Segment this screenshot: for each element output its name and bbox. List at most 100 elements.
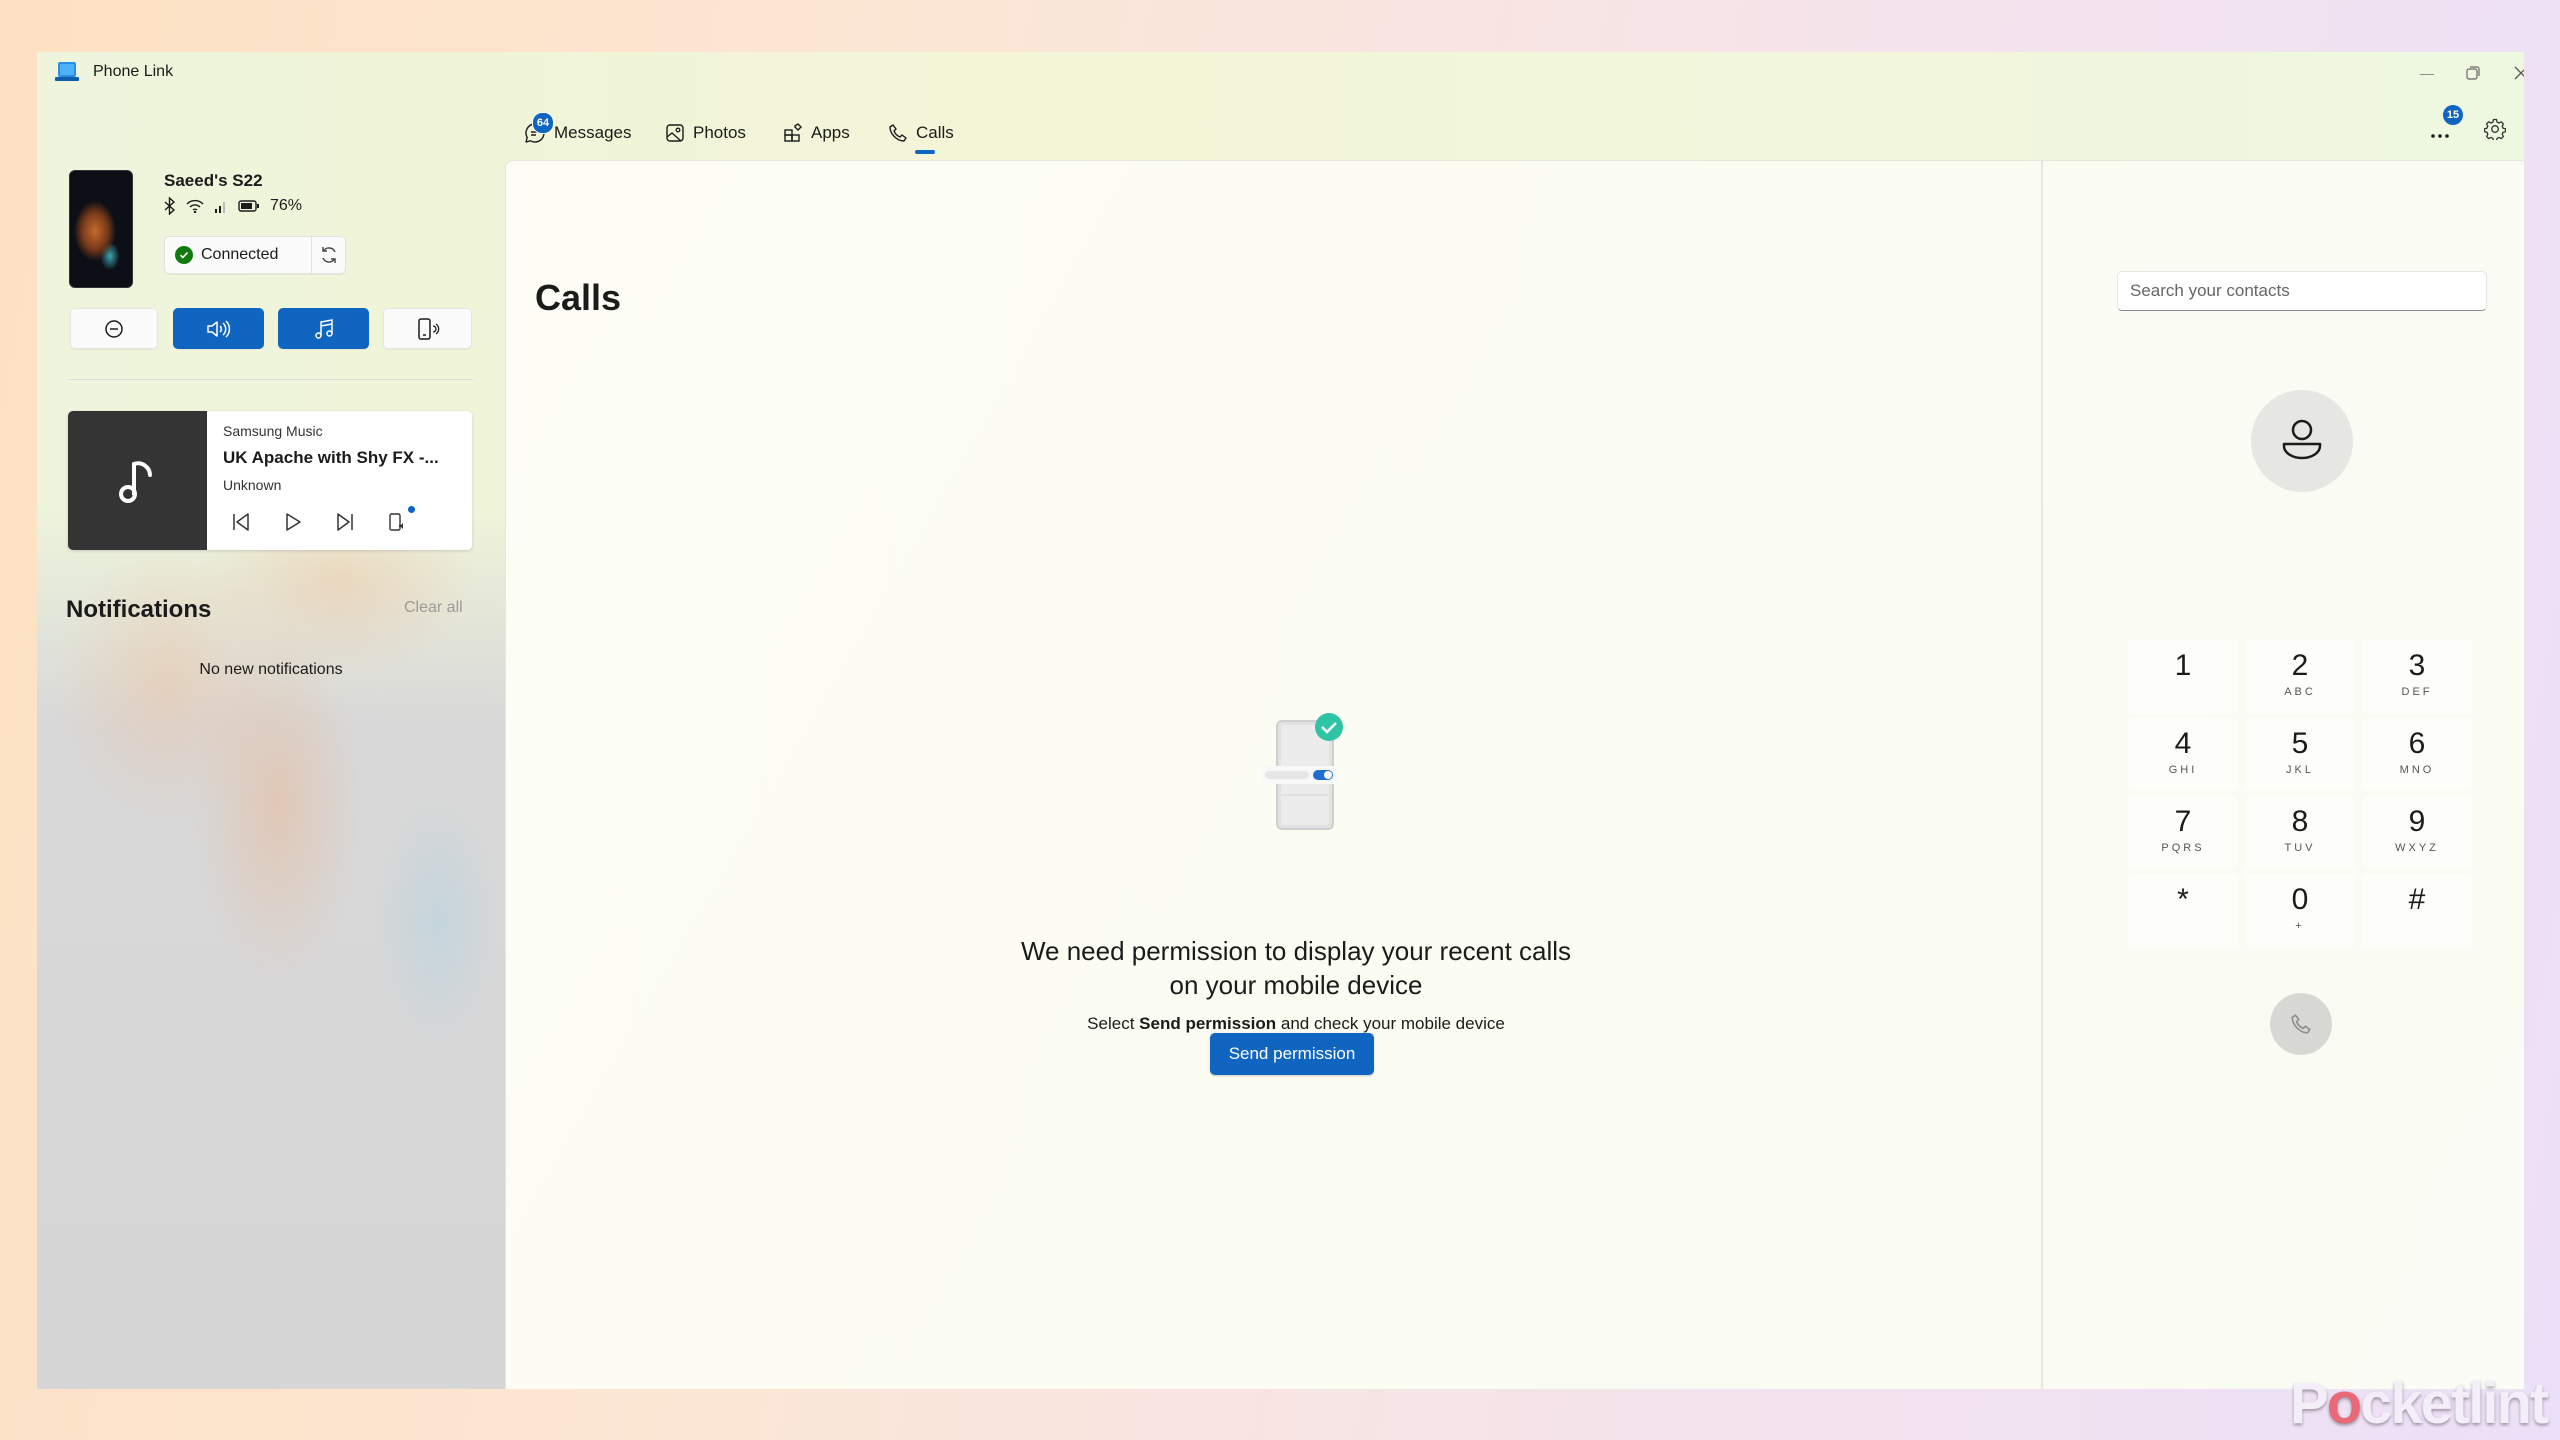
media-artist: Unknown [223,477,282,493]
tab-calls-label: Calls [916,123,954,142]
watermark-o: o [2326,1371,2362,1436]
phone-link-window: Phone Link — Saeed's S22 76% Connected S… [37,52,2524,1389]
dial-digit: 7 [2174,805,2192,838]
permission-illustration [1261,713,1343,830]
permission-heading: We need permission to display your recen… [1020,936,1572,1000]
sidebar-divider [69,379,473,380]
album-art [68,411,207,550]
minimize-button[interactable]: — [2404,58,2450,88]
dial-digit: 8 [2291,805,2309,838]
dial-digit: 5 [2291,727,2309,760]
tab-messages[interactable]: 64 Messages [524,112,632,150]
wifi-icon [186,199,204,213]
dial-digit: 3 [2408,649,2426,682]
battery-icon [238,200,259,212]
dial-key[interactable]: # [2362,874,2472,947]
audio-button[interactable] [173,308,264,349]
messages-badge: 64 [532,112,554,134]
no-notifications-text: No new notifications [199,661,343,678]
tab-selected-indicator [915,150,935,154]
dial-key[interactable]: 3 DEF [2362,640,2472,713]
signal-icon [215,202,225,213]
dial-key[interactable]: 9 WXYZ [2362,796,2472,869]
audio-output-button[interactable] [382,507,412,537]
watermark-rest: cketlint [2360,1371,2549,1436]
person-icon [2282,419,2322,460]
next-icon [337,513,353,531]
play-button[interactable] [278,507,308,537]
dial-letters: DEF [2401,686,2433,698]
refresh-button[interactable] [312,237,345,273]
phone-icon [889,124,907,142]
phone-link-app-icon [55,62,79,81]
phone-thumbnail[interactable] [69,170,133,288]
dial-letters: MNO [2399,764,2435,776]
call-button[interactable] [2270,993,2332,1055]
phone-audio-icon [389,513,403,531]
connection-label: Connected [201,246,279,263]
dial-key[interactable]: 8 TUV [2245,796,2355,869]
dial-digit: 9 [2408,805,2426,838]
previous-track-button[interactable] [226,507,256,537]
tab-apps[interactable]: Apps [783,116,850,150]
dial-letters: ABC [2284,686,2316,698]
dial-letters: GHI [2168,764,2198,776]
dial-letters: TUV [2284,842,2316,854]
next-track-button[interactable] [330,507,360,537]
restore-button[interactable] [2450,58,2496,88]
app-title: Phone Link [93,63,174,80]
tab-apps-label: Apps [811,123,850,142]
gear-icon [2484,118,2506,140]
permission-subtext: Select Send permission and check your mo… [1006,1014,1586,1034]
media-title: UK Apache with Shy FX -... [223,448,439,467]
dial-key[interactable]: 6 MNO [2362,718,2472,791]
sidebar-wallpaper [37,502,505,1389]
permission-subtext-suffix: and check your mobile device [1276,1014,1505,1033]
contact-avatar [2251,390,2353,492]
minimize-icon: — [2420,65,2434,81]
dial-digit: 1 [2174,649,2192,682]
dial-digit: 0 [2291,883,2309,916]
ring-phone-button[interactable] [383,308,472,349]
apps-icon [784,123,802,142]
dial-key[interactable]: 4 GHI [2128,718,2238,791]
dial-digit: * [2177,883,2189,916]
do-not-disturb-button[interactable] [70,308,158,349]
phone-ring-icon [417,317,439,340]
media-player-card: Samsung Music UK Apache with Shy FX -...… [68,411,472,550]
audio-output-indicator [408,506,415,513]
tab-messages-label: Messages [554,123,632,142]
close-button[interactable] [2498,58,2524,88]
calls-content-panel: Calls We need permission to display your… [505,160,2524,1389]
dial-key[interactable]: 0 + [2245,874,2355,947]
settings-button[interactable] [2480,114,2510,144]
device-status-row: 76% [164,197,302,215]
tab-photos-label: Photos [693,123,746,142]
previous-icon [233,513,249,531]
title-bar: Phone Link — [37,52,2524,92]
pocketlint-watermark: Pocketlint [2290,1370,2549,1437]
permission-subtext-bold: Send permission [1139,1014,1277,1033]
do-not-disturb-icon [105,319,123,338]
refresh-icon [321,247,336,263]
dial-key[interactable]: 1 [2128,640,2238,713]
dial-key[interactable]: 7 PQRS [2128,796,2238,869]
watermark-p: P [2290,1371,2329,1436]
tab-photos[interactable]: Photos [665,116,746,150]
dial-key[interactable]: 5 JKL [2245,718,2355,791]
music-note-icon [314,318,333,339]
music-note-icon [118,460,152,503]
connected-button[interactable]: Connected [165,237,312,273]
dial-key[interactable]: 2 ABC [2245,640,2355,713]
play-icon [286,513,301,531]
clear-all-link[interactable]: Clear all [404,599,463,617]
dial-letters: PQRS [2161,842,2205,854]
search-contacts-input[interactable] [2117,271,2487,311]
notifications-heading: Notifications [66,596,212,623]
media-button[interactable] [278,308,369,349]
sidebar: Saeed's S22 76% Connected Samsung Music … [37,92,505,1389]
send-permission-button[interactable]: Send permission [1210,1033,1374,1075]
permission-subtext-prefix: Select [1087,1014,1140,1033]
dial-key[interactable]: * [2128,874,2238,947]
tab-calls[interactable]: Calls [888,116,954,150]
